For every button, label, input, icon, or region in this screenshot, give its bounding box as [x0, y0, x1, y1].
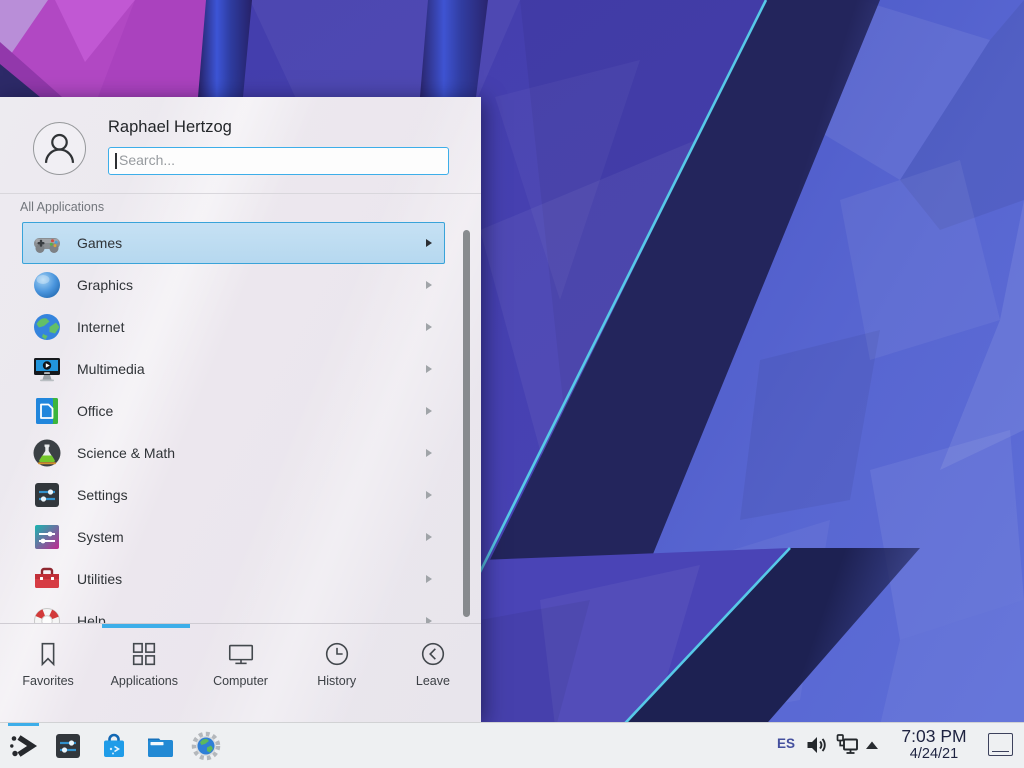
submenu-arrow-icon	[426, 365, 432, 373]
tab-favorites[interactable]: Favorites	[0, 629, 96, 701]
category-label: Utilities	[77, 571, 122, 587]
document-icon	[31, 395, 63, 427]
launcher-tabbar: Favorites Applications C	[0, 629, 481, 701]
category-system[interactable]: System	[22, 516, 445, 558]
gamepad-icon	[31, 227, 63, 259]
submenu-arrow-icon	[426, 449, 432, 457]
desktop: Raphael Hertzog Search... All Applicatio…	[0, 0, 1024, 768]
category-label: Science & Math	[77, 445, 175, 461]
category-list: Games Graphics	[22, 222, 445, 623]
show-desktop-button[interactable]	[988, 733, 1013, 756]
tab-leave[interactable]: Leave	[385, 629, 481, 701]
expand-tray-caret-icon[interactable]	[864, 738, 880, 751]
active-tab-indicator	[102, 624, 190, 628]
system-settings-button[interactable]	[52, 730, 84, 762]
submenu-arrow-icon	[426, 323, 432, 331]
application-launcher-button[interactable]	[7, 730, 39, 762]
section-label: All Applications	[20, 200, 104, 214]
tab-label: History	[317, 674, 356, 688]
sphere-icon	[31, 269, 63, 301]
digital-clock[interactable]: 7:03 PM 4/24/21	[890, 726, 978, 762]
submenu-arrow-icon	[426, 575, 432, 583]
system-sliders-icon	[31, 521, 63, 553]
category-label: Help	[77, 613, 106, 623]
category-label: Graphics	[77, 277, 133, 293]
kickoff-icon	[7, 730, 39, 762]
category-settings[interactable]: Settings	[22, 474, 445, 516]
grid-icon	[129, 639, 159, 669]
text-cursor	[115, 153, 117, 169]
category-help[interactable]: Help	[22, 600, 445, 623]
application-launcher-menu: Raphael Hertzog Search... All Applicatio…	[0, 97, 481, 722]
wired-network-icon[interactable]	[834, 732, 860, 758]
volume-icon[interactable]	[804, 733, 828, 757]
header-divider	[0, 193, 481, 194]
category-graphics[interactable]: Graphics	[22, 264, 445, 306]
taskbar: ES 7:03 PM 4/24/21	[0, 722, 1024, 768]
globe-gear-icon	[190, 730, 222, 762]
category-utilities[interactable]: Utilities	[22, 558, 445, 600]
flask-icon	[31, 437, 63, 469]
discover-icon	[98, 730, 130, 762]
search-input[interactable]: Search...	[108, 147, 449, 175]
monitor-play-icon	[31, 353, 63, 385]
category-label: Games	[77, 235, 122, 251]
submenu-arrow-icon	[426, 407, 432, 415]
system-settings-icon	[52, 730, 84, 762]
sliders-icon	[31, 479, 63, 511]
submenu-arrow-icon	[426, 533, 432, 541]
folder-icon	[144, 730, 176, 762]
user-name: Raphael Hertzog	[108, 118, 232, 137]
avatar[interactable]	[33, 122, 86, 175]
tab-history[interactable]: History	[289, 629, 385, 701]
toolbox-icon	[31, 563, 63, 595]
leave-icon	[418, 639, 448, 669]
bookmark-icon	[33, 639, 63, 669]
file-manager-button[interactable]	[144, 730, 176, 762]
clock-icon	[322, 639, 352, 669]
category-label: Settings	[77, 487, 128, 503]
scrollbar[interactable]	[463, 230, 470, 617]
tab-label: Favorites	[22, 674, 73, 688]
tabbar-divider	[0, 623, 481, 624]
submenu-arrow-icon	[426, 281, 432, 289]
category-science-math[interactable]: Science & Math	[22, 432, 445, 474]
category-label: Internet	[77, 319, 124, 335]
globe-icon	[31, 311, 63, 343]
category-multimedia[interactable]: Multimedia	[22, 348, 445, 390]
keyboard-layout-indicator[interactable]: ES	[777, 736, 795, 751]
tab-label: Applications	[111, 674, 178, 688]
category-label: System	[77, 529, 124, 545]
launcher-active-indicator	[8, 723, 39, 726]
clock-time: 7:03 PM	[890, 726, 978, 746]
category-label: Multimedia	[77, 361, 145, 377]
tab-computer[interactable]: Computer	[192, 629, 288, 701]
category-label: Office	[77, 403, 113, 419]
category-office[interactable]: Office	[22, 390, 445, 432]
discover-button[interactable]	[98, 730, 130, 762]
web-browser-button[interactable]	[190, 730, 222, 762]
computer-icon	[226, 639, 256, 669]
lifebuoy-icon	[31, 605, 63, 623]
category-internet[interactable]: Internet	[22, 306, 445, 348]
category-games[interactable]: Games	[22, 222, 445, 264]
search-placeholder: Search...	[119, 148, 175, 173]
submenu-arrow-icon	[426, 491, 432, 499]
tab-applications[interactable]: Applications	[96, 629, 192, 701]
user-icon	[34, 123, 85, 174]
clock-date: 4/24/21	[890, 746, 978, 762]
tab-label: Leave	[416, 674, 450, 688]
tab-label: Computer	[213, 674, 268, 688]
submenu-arrow-icon	[426, 239, 432, 247]
